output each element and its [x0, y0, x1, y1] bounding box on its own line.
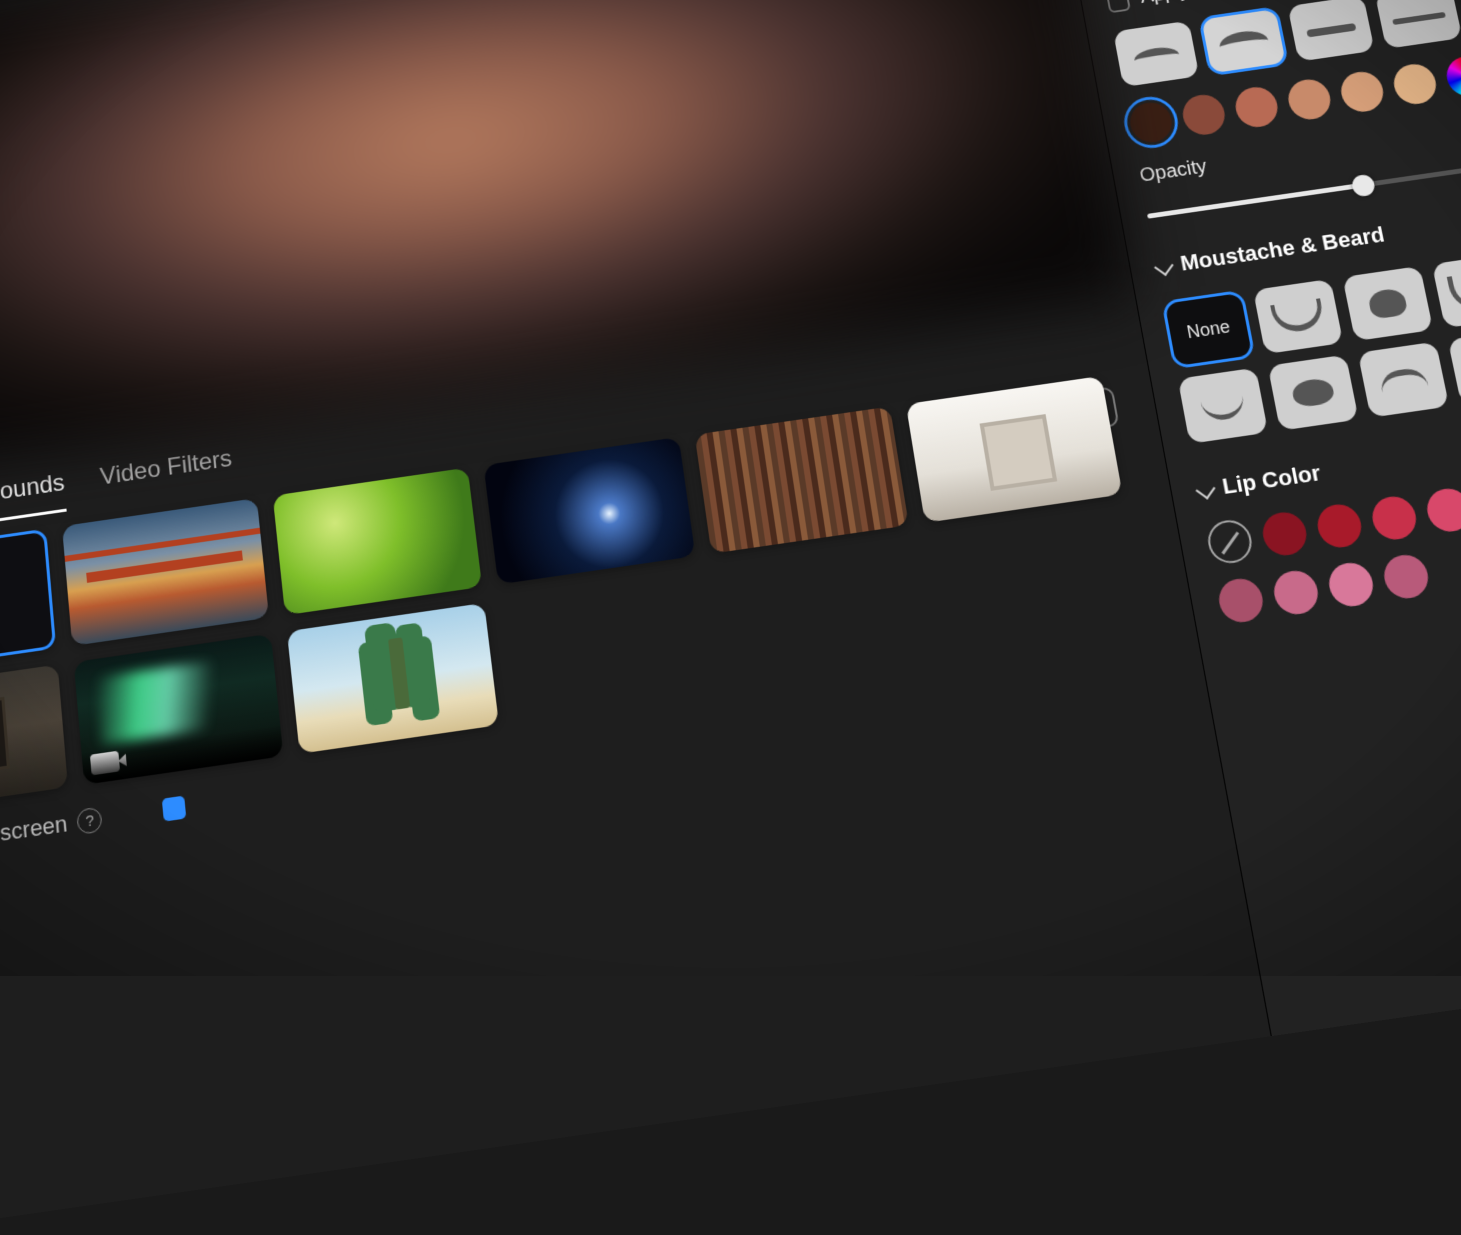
mirror-checkbox[interactable]: [162, 796, 187, 822]
eyebrow-color-1[interactable]: [1127, 100, 1175, 145]
background-white-room[interactable]: [906, 376, 1123, 523]
lip-color-7[interactable]: [1270, 568, 1321, 617]
eyebrow-color-3[interactable]: [1232, 84, 1281, 129]
lip-color-none[interactable]: [1205, 517, 1256, 565]
chevron-down-icon: [1154, 257, 1174, 276]
lip-color-8[interactable]: [1325, 560, 1376, 609]
chevron-down-icon: [1196, 480, 1216, 500]
eyebrow-color-5[interactable]: [1338, 69, 1387, 114]
moustache-style-7[interactable]: [1448, 329, 1461, 405]
moustache-grid: None: [1164, 249, 1461, 444]
moustache-style-5[interactable]: [1268, 355, 1359, 431]
main-panel: Virtual Backgrounds Video Filters + None: [0, 0, 1272, 1235]
eyebrow-shape-1[interactable]: [1113, 21, 1199, 87]
background-none[interactable]: None: [0, 528, 56, 676]
background-none-label: None: [0, 532, 53, 673]
green-screen-label: ave a green screen: [0, 810, 69, 865]
eyebrow-color-2[interactable]: [1180, 92, 1229, 137]
background-golden-gate[interactable]: [62, 498, 269, 646]
moustache-style-4[interactable]: [1178, 368, 1269, 444]
background-earth-space[interactable]: [483, 437, 695, 584]
eyebrow-color-picker[interactable]: [1443, 54, 1461, 99]
lip-color-6[interactable]: [1216, 576, 1267, 625]
background-dark-office[interactable]: [0, 664, 68, 815]
lip-color-3[interactable]: [1369, 494, 1420, 542]
lip-section-title: Lip Color: [1220, 460, 1322, 500]
lip-color-4[interactable]: [1423, 486, 1461, 534]
app-viewport: Virtual Backgrounds Video Filters + None: [0, 0, 1461, 976]
background-bookshelf[interactable]: [695, 406, 909, 553]
moustache-style-2[interactable]: [1342, 266, 1433, 341]
opacity-slider-thumb[interactable]: [1350, 173, 1376, 197]
moustache-style-6[interactable]: [1358, 342, 1450, 418]
lip-color-2[interactable]: [1314, 502, 1365, 550]
lip-color-1[interactable]: [1259, 510, 1310, 558]
eyebrow-color-4[interactable]: [1285, 77, 1334, 122]
moustache-section-title: Moustache & Beard: [1178, 222, 1386, 276]
background-beach[interactable]: [287, 603, 499, 754]
video-background-icon: [90, 751, 120, 776]
eyebrow-color-6[interactable]: [1390, 62, 1439, 107]
moustache-style-3[interactable]: [1432, 253, 1461, 328]
moustache-style-1[interactable]: [1253, 279, 1343, 354]
help-icon[interactable]: ?: [76, 807, 103, 835]
lip-color-9[interactable]: [1380, 552, 1431, 601]
moustache-none[interactable]: None: [1164, 292, 1254, 367]
eyebrow-shape-4[interactable]: [1375, 0, 1461, 49]
eyebrow-shape-3[interactable]: [1287, 0, 1374, 62]
background-aurora[interactable]: [74, 634, 284, 785]
eyebrow-shape-2[interactable]: [1200, 8, 1287, 74]
apply-all-checkbox[interactable]: [1106, 0, 1131, 13]
background-grass[interactable]: [273, 468, 483, 616]
